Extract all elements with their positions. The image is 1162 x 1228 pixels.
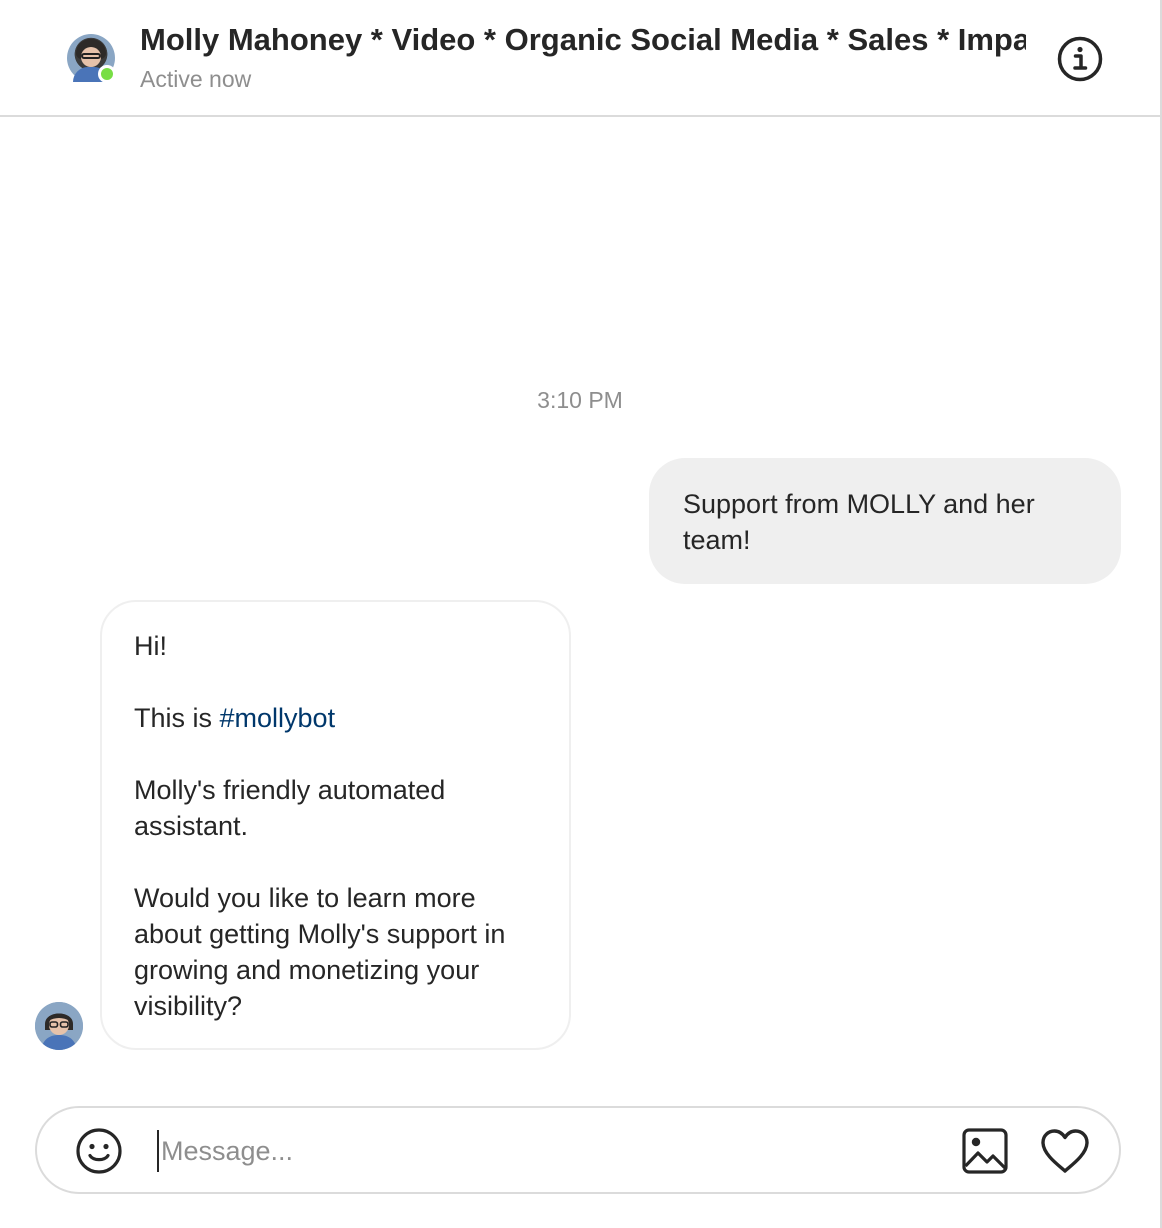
message-line: Hi!	[134, 631, 167, 661]
info-button[interactable]	[1056, 35, 1104, 83]
message-line: Would you like to learn more about getti…	[134, 883, 506, 1021]
active-status: Active now	[140, 66, 252, 92]
direct-message-window: Molly Mahoney * Video * Organic Social M…	[0, 0, 1162, 1228]
message-timestamp: 3:10 PM	[537, 387, 623, 413]
heart-icon	[1041, 1129, 1089, 1173]
message-input[interactable]	[157, 1130, 937, 1172]
message-composer	[35, 1106, 1121, 1194]
attach-image-button[interactable]	[961, 1127, 1009, 1175]
message-line: Molly's friendly automated assistant.	[134, 775, 446, 841]
like-button[interactable]	[1039, 1127, 1091, 1175]
message-line: This is #mollybot	[134, 700, 537, 736]
outgoing-message-text: Support from MOLLY and her team!	[683, 489, 1035, 555]
info-icon	[1057, 36, 1103, 82]
hashtag-link[interactable]: #mollybot	[220, 703, 336, 733]
image-icon	[962, 1128, 1008, 1174]
outgoing-message-bubble[interactable]: Support from MOLLY and her team!	[649, 458, 1121, 584]
conversation-title[interactable]: Molly Mahoney * Video * Organic Social M…	[140, 20, 1026, 60]
emoji-button[interactable]	[75, 1127, 123, 1175]
incoming-message-bubble[interactable]: Hi! This is #mollybot Molly's friendly a…	[100, 600, 571, 1050]
message-text: This is	[134, 703, 220, 733]
online-status-dot	[98, 65, 116, 83]
chat-header: Molly Mahoney * Video * Organic Social M…	[0, 0, 1160, 117]
avatar-image	[35, 1002, 83, 1050]
sender-avatar[interactable]	[35, 1002, 83, 1050]
emoji-icon	[76, 1128, 122, 1174]
avatar-glasses	[81, 53, 101, 59]
